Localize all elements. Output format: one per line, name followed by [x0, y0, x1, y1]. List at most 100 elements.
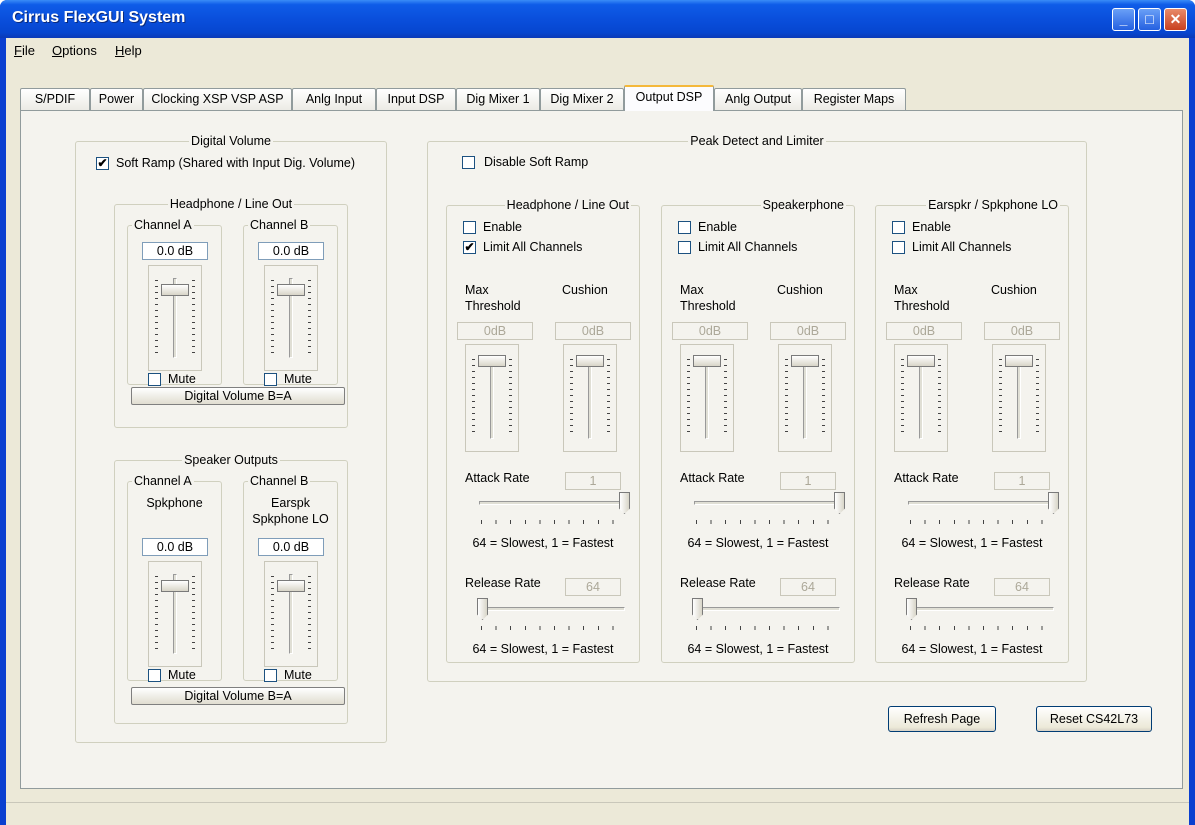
slider-thumb[interactable] [1048, 492, 1059, 514]
tab-spdif[interactable]: S/PDIF [20, 88, 90, 110]
tab-register-maps[interactable]: Register Maps [802, 88, 906, 110]
tab-dig-mixer-1[interactable]: Dig Mixer 1 [456, 88, 540, 110]
limiter-enable-checkbox[interactable] [892, 221, 905, 234]
max-threshold-value[interactable]: 0dB [672, 322, 748, 340]
slider-thumb[interactable] [277, 284, 305, 296]
attack-rate-label: Attack Rate [894, 471, 959, 485]
tab-dig-mixer-2[interactable]: Dig Mixer 2 [540, 88, 624, 110]
release-rate-slider[interactable] [902, 598, 1060, 638]
tab-output-dsp[interactable]: Output DSP [624, 85, 714, 111]
slider-thumb[interactable] [619, 492, 630, 514]
slider-thumb[interactable] [692, 598, 703, 620]
release-rate-value[interactable]: 64 [565, 578, 621, 596]
disable-soft-ramp-checkbox[interactable] [462, 156, 475, 169]
slider-thumb[interactable] [1005, 355, 1033, 367]
cushion-value[interactable]: 0dB [984, 322, 1060, 340]
cushion-slider[interactable] [778, 344, 832, 452]
status-bar [6, 802, 1189, 825]
close-icon[interactable]: ✕ [1164, 8, 1187, 31]
spk-channel-a-value[interactable]: 0.0 dB [142, 538, 208, 556]
slider-thumb[interactable] [576, 355, 604, 367]
spk-digital-volume-b-eq-a-button[interactable]: Digital Volume B=A [131, 687, 345, 705]
minimize-icon[interactable]: _ [1112, 8, 1135, 31]
refresh-page-button[interactable]: Refresh Page [888, 706, 996, 732]
limiter-speakerphone-group: Speakerphone Enable Limit All Channels Max T… [661, 198, 855, 663]
attack-rate-value[interactable]: 1 [780, 472, 836, 490]
group-title: Peak Detect and Limiter [688, 134, 826, 148]
slider-thumb[interactable] [693, 355, 721, 367]
attack-rate-slider[interactable] [473, 492, 631, 532]
tab-input-dsp[interactable]: Input DSP [376, 88, 456, 110]
channel-title: Channel B [248, 474, 311, 488]
hp-channel-b-value[interactable]: 0.0 dB [258, 242, 324, 260]
attack-rate-slider[interactable] [902, 492, 1060, 532]
spk-channel-b-value[interactable]: 0.0 dB [258, 538, 324, 556]
enable-label: Enable [483, 220, 522, 234]
threshold-label: Threshold [894, 299, 950, 313]
slider-thumb[interactable] [161, 284, 189, 296]
slider-thumb[interactable] [161, 580, 189, 592]
slider-thumb[interactable] [791, 355, 819, 367]
hp-channel-a-slider[interactable] [148, 265, 202, 371]
hp-channel-a-value[interactable]: 0.0 dB [142, 242, 208, 260]
cushion-slider[interactable] [563, 344, 617, 452]
tab-anlg-input[interactable]: Anlg Input [292, 88, 376, 110]
slider-thumb[interactable] [907, 355, 935, 367]
attack-rate-slider[interactable] [688, 492, 846, 532]
attack-rate-value[interactable]: 1 [994, 472, 1050, 490]
release-rate-value[interactable]: 64 [994, 578, 1050, 596]
menu-file[interactable]: File [14, 43, 35, 58]
release-rate-label: Release Rate [465, 576, 541, 590]
group-title: Headphone / Line Out [504, 198, 631, 212]
menu-help[interactable]: Help [115, 43, 142, 58]
release-rate-label: Release Rate [894, 576, 970, 590]
max-threshold-slider[interactable] [894, 344, 948, 452]
speaker-volume-group: Speaker Outputs Channel A Spkphone 0.0 d… [114, 453, 348, 724]
limiter-enable-checkbox[interactable] [678, 221, 691, 234]
maximize-icon[interactable]: □ [1138, 8, 1161, 31]
max-threshold-slider[interactable] [680, 344, 734, 452]
limit-all-channels-checkbox[interactable] [892, 241, 905, 254]
slider-thumb[interactable] [478, 355, 506, 367]
slider-thumb[interactable] [477, 598, 488, 620]
menu-options[interactable]: Options [52, 43, 97, 58]
soft-ramp-checkbox[interactable]: ✔ [96, 157, 109, 170]
tab-power[interactable]: Power [90, 88, 143, 110]
spk-channel-a-slider[interactable] [148, 561, 202, 667]
max-threshold-slider[interactable] [465, 344, 519, 452]
spk-channel-a-group: Channel A Spkphone 0.0 dB Mute [127, 474, 222, 682]
slider-thumb[interactable] [834, 492, 845, 514]
limiter-earspkr-group: Earspkr / Spkphone LO Enable Limit All Cha… [875, 198, 1069, 663]
slider-thumb[interactable] [277, 580, 305, 592]
release-rate-value[interactable]: 64 [780, 578, 836, 596]
limiter-enable-checkbox[interactable] [463, 221, 476, 234]
tab-anlg-output[interactable]: Anlg Output [714, 88, 802, 110]
release-rate-slider[interactable] [473, 598, 631, 638]
spk-channel-b-slider[interactable] [264, 561, 318, 667]
cushion-value[interactable]: 0dB [770, 322, 846, 340]
hp-digital-volume-b-eq-a-button[interactable]: Digital Volume B=A [131, 387, 345, 405]
max-threshold-value[interactable]: 0dB [886, 322, 962, 340]
spk-channel-a-mute-checkbox[interactable] [148, 669, 161, 682]
max-threshold-value[interactable]: 0dB [457, 322, 533, 340]
slider-thumb[interactable] [906, 598, 917, 620]
cushion-slider[interactable] [992, 344, 1046, 452]
release-note: 64 = Slowest, 1 = Fastest [472, 642, 614, 656]
limit-all-channels-checkbox[interactable]: ✔ [463, 241, 476, 254]
release-rate-slider[interactable] [688, 598, 846, 638]
cushion-value[interactable]: 0dB [555, 322, 631, 340]
spk-channel-b-mute-checkbox[interactable] [264, 669, 277, 682]
title-bar[interactable]: Cirrus FlexGUI System _ □ ✕ [0, 0, 1195, 38]
group-title: Headphone / Line Out [167, 197, 295, 211]
attack-rate-value[interactable]: 1 [565, 472, 621, 490]
attack-note: 64 = Slowest, 1 = Fastest [472, 536, 614, 550]
limit-all-channels-checkbox[interactable] [678, 241, 691, 254]
reset-cs42l73-button[interactable]: Reset CS42L73 [1036, 706, 1152, 732]
enable-label: Enable [698, 220, 737, 234]
enable-label: Enable [912, 220, 951, 234]
hp-channel-b-mute-checkbox[interactable] [264, 373, 277, 386]
cushion-label: Cushion [562, 283, 608, 297]
tab-clocking[interactable]: Clocking XSP VSP ASP [143, 88, 292, 110]
hp-channel-b-slider[interactable] [264, 265, 318, 371]
hp-channel-a-mute-checkbox[interactable] [148, 373, 161, 386]
